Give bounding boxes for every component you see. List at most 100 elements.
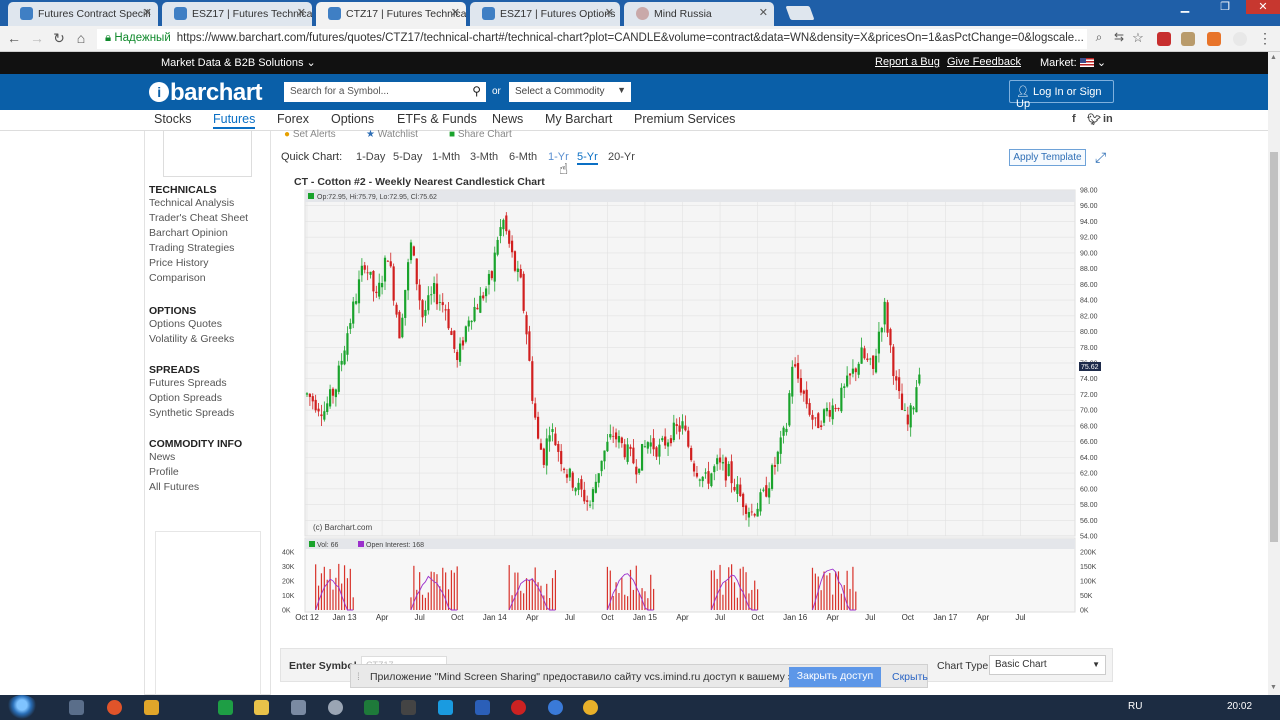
close-access-button[interactable]: Закрыть доступ [789,667,881,687]
close-icon[interactable]: ✕ [143,6,152,19]
sidebar-item-cheat-sheet[interactable]: Trader's Cheat Sheet [149,212,248,224]
nav-my-barchart[interactable]: My Barchart [545,112,612,126]
commodity-select[interactable]: Select a Commodity ▼ [509,82,631,102]
hide-notice-link[interactable]: Скрыть [892,671,928,683]
search-icon[interactable]: ⚲ [472,84,481,98]
login-button[interactable]: 👤︎ Log In or Sign Up [1009,80,1114,110]
minimize-icon[interactable]: ▁ [1172,0,1198,14]
b2b-solutions-menu[interactable]: Market Data & B2B Solutions ⌄ [161,56,316,69]
close-icon[interactable]: ✕ [605,6,614,19]
new-tab-button[interactable] [785,6,815,20]
market-selector[interactable]: Market: ⌄ [1040,56,1106,69]
sidebar-item-volatility-greeks[interactable]: Volatility & Greeks [149,333,234,345]
sidebar-item-comparison[interactable]: Comparison [149,272,206,284]
scroll-down-icon[interactable]: ▼ [1270,684,1277,691]
set-alerts-link[interactable]: ● Set Alerts [284,129,336,137]
home-icon[interactable]: ⌂ [72,30,90,46]
browser-tab-3-active[interactable]: CTZ17 | Futures Technica ✕ [316,2,466,26]
sidebar-item-news[interactable]: News [149,451,175,463]
candlestick-chart[interactable]: Op:72.95, Hi:75.79, Lo:72.95, Cl:75.62 (… [280,186,1110,626]
drag-handle-icon[interactable]: ⁞ [357,671,360,683]
nav-options[interactable]: Options [331,112,374,126]
sidebar-item-profile[interactable]: Profile [149,466,179,478]
give-feedback-link[interactable]: Give Feedback [947,56,1021,68]
scrollbar-thumb[interactable] [1270,152,1278,542]
clock[interactable]: 20:02 [1227,701,1252,712]
browser-tab-1[interactable]: Futures Contract Specifi ✕ [8,2,158,26]
range-20-yr[interactable]: 20-Yr [608,151,635,163]
twitter-icon[interactable]: 🐦︎ [1087,113,1101,126]
app-icon[interactable] [218,700,233,715]
chrome-icon[interactable] [583,700,598,715]
nav-stocks[interactable]: Stocks [154,112,192,126]
sidebar-item-synthetic-spreads[interactable]: Synthetic Spreads [149,407,234,419]
close-icon[interactable]: ✕ [297,6,306,19]
zoom-icon[interactable]: ⌕ [1090,30,1108,45]
linkedin-icon[interactable]: in [1103,113,1113,125]
word-icon[interactable] [475,700,490,715]
extension-icon[interactable] [1207,32,1221,46]
facebook-icon[interactable]: f [1072,113,1076,125]
app-icon[interactable] [548,700,563,715]
opera-icon[interactable] [107,700,122,715]
share-chart-link[interactable]: ■ Share Chart [449,129,512,137]
browser-menu-icon[interactable]: ⋮ [1256,30,1274,47]
browser-tab-5[interactable]: Mind Russia ✕ [624,2,774,26]
sidebar-item-all-futures[interactable]: All Futures [149,481,199,493]
app-icon[interactable] [144,700,159,715]
sidebar-item-technical-analysis[interactable]: Technical Analysis [149,197,234,209]
browser-tab-4[interactable]: ESZ17 | Futures Options ✕ [470,2,620,26]
extension-icon[interactable] [1181,32,1195,46]
range-1-mth[interactable]: 1-Mth [432,151,460,163]
apply-template-button[interactable]: Apply Template [1009,149,1086,166]
windows-start-icon[interactable] [6,695,38,720]
app-icon[interactable] [511,700,526,715]
watchlist-link[interactable]: ★ Watchlist [366,129,418,137]
forward-icon[interactable]: → [28,30,46,46]
translate-icon[interactable]: ⇆ [1110,30,1128,44]
reload-icon[interactable]: ↻ [50,30,68,47]
app-icon[interactable] [291,700,306,715]
sidebar-item-barchart-opinion[interactable]: Barchart Opinion [149,227,228,239]
scroll-up-icon[interactable]: ▲ [1270,54,1277,61]
range-5-day[interactable]: 5-Day [393,151,422,163]
range-5-yr[interactable]: 5-Yr [577,151,598,165]
nav-forex[interactable]: Forex [277,112,309,126]
nav-futures[interactable]: Futures [213,112,256,129]
extension-icon[interactable] [1233,32,1247,46]
app-icon[interactable] [328,700,343,715]
desktop-icon[interactable] [69,700,84,715]
language-indicator[interactable]: RU [1128,701,1142,712]
expand-icon[interactable]: ⤢ [1095,149,1106,166]
window-close-icon[interactable]: ✕ [1246,0,1280,14]
folder-icon[interactable] [254,700,269,715]
sidebar-item-trading-strategies[interactable]: Trading Strategies [149,242,234,254]
symbol-search-input[interactable]: Search for a Symbol... ⚲ [284,82,486,102]
sidebar-item-options-quotes[interactable]: Options Quotes [149,318,222,330]
app-icon[interactable] [401,700,416,715]
chart-type-select[interactable]: Basic Chart ▼ [989,655,1106,675]
close-icon[interactable]: ✕ [759,6,768,19]
barchart-logo[interactable]: i barchart [149,79,263,107]
range-6-mth[interactable]: 6-Mth [509,151,537,163]
nav-premium-services[interactable]: Premium Services [634,112,735,126]
skype-icon[interactable] [438,700,453,715]
report-bug-link[interactable]: Report a Bug [875,56,940,68]
range-1-day[interactable]: 1-Day [356,151,385,163]
nav-news[interactable]: News [492,112,523,126]
nav-etfs-funds[interactable]: ETFs & Funds [397,112,477,126]
back-icon[interactable]: ← [5,30,23,46]
excel-icon[interactable] [364,700,379,715]
bookmark-star-icon[interactable]: ☆ [1129,30,1147,46]
maximize-icon[interactable]: ❐ [1212,0,1238,14]
close-icon[interactable]: ✕ [451,6,460,19]
range-3-mth[interactable]: 3-Mth [470,151,498,163]
sidebar-item-option-spreads[interactable]: Option Spreads [149,392,222,404]
url-input[interactable]: 🔒︎ Надежный https://www.barchart.com/futu… [97,29,1087,49]
page-scrollbar[interactable]: ▲ ▼ [1268,52,1280,695]
adblock-extension-icon[interactable] [1157,32,1171,46]
sidebar-item-futures-spreads[interactable]: Futures Spreads [149,377,227,389]
browser-tab-2[interactable]: ESZ17 | Futures Technica ✕ [162,2,312,26]
time-tick-label: Jan 13 [333,613,358,622]
sidebar-item-price-history[interactable]: Price History [149,257,209,269]
